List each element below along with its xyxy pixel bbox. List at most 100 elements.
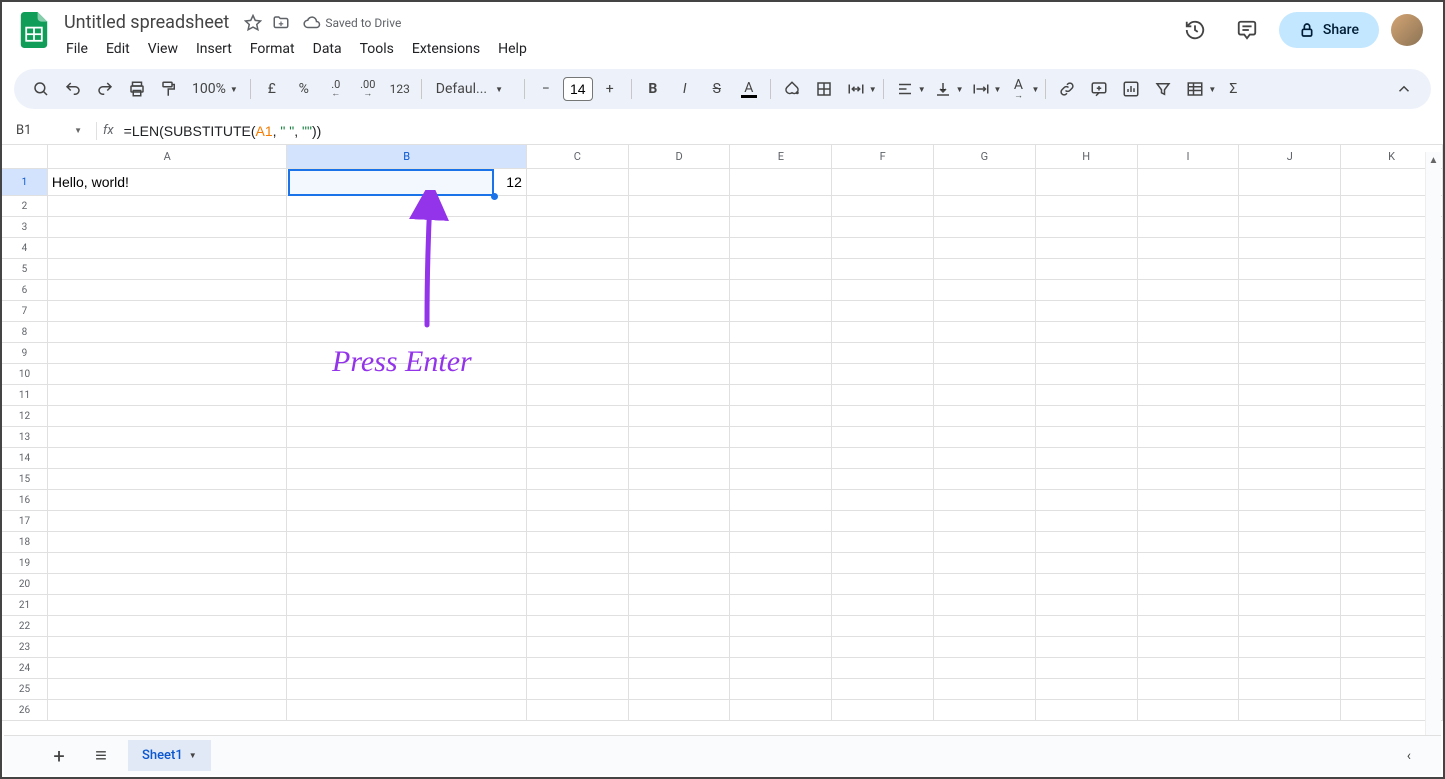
cell[interactable] <box>629 280 731 300</box>
row-header[interactable]: 21 <box>2 595 48 615</box>
cell[interactable] <box>48 322 287 342</box>
row-header[interactable]: 8 <box>2 322 48 342</box>
zoom-select[interactable]: 100% ▼ <box>186 81 244 97</box>
cell[interactable] <box>1036 511 1138 531</box>
cell[interactable] <box>527 301 629 321</box>
cell[interactable] <box>1239 532 1341 552</box>
cell[interactable] <box>1138 469 1240 489</box>
sheets-logo[interactable] <box>14 10 54 50</box>
cell[interactable] <box>527 490 629 510</box>
cell[interactable] <box>287 406 526 426</box>
scroll-up-icon[interactable]: ▲ <box>1426 152 1441 168</box>
cell[interactable] <box>1138 385 1240 405</box>
cell[interactable] <box>1138 169 1240 195</box>
bold-icon[interactable]: B <box>638 74 668 104</box>
cell[interactable] <box>48 490 287 510</box>
row-header[interactable]: 23 <box>2 637 48 657</box>
cell[interactable] <box>1036 406 1138 426</box>
italic-icon[interactable]: I <box>670 74 700 104</box>
cell[interactable] <box>527 553 629 573</box>
paint-format-icon[interactable] <box>154 74 184 104</box>
cell[interactable] <box>1036 301 1138 321</box>
cell[interactable] <box>48 406 287 426</box>
cell[interactable] <box>287 490 526 510</box>
cell[interactable] <box>629 448 731 468</box>
cell[interactable] <box>527 448 629 468</box>
cell[interactable] <box>48 553 287 573</box>
cell[interactable] <box>832 238 934 258</box>
decrease-font-icon[interactable]: − <box>531 74 561 104</box>
row-header[interactable]: 26 <box>2 700 48 720</box>
functions-icon[interactable]: Σ <box>1218 74 1248 104</box>
cell[interactable] <box>1138 532 1240 552</box>
cell[interactable] <box>730 259 832 279</box>
cell[interactable] <box>629 490 731 510</box>
cell[interactable] <box>287 343 526 363</box>
cell[interactable] <box>730 574 832 594</box>
cell[interactable] <box>48 427 287 447</box>
cell[interactable] <box>1239 679 1341 699</box>
cell[interactable] <box>730 385 832 405</box>
avatar[interactable] <box>1391 14 1423 46</box>
cell[interactable] <box>832 658 934 678</box>
cell[interactable] <box>934 595 1036 615</box>
row-header[interactable]: 4 <box>2 238 48 258</box>
search-icon[interactable] <box>26 74 56 104</box>
increase-font-icon[interactable]: + <box>595 74 625 104</box>
cell[interactable] <box>1239 301 1341 321</box>
cell[interactable] <box>629 637 731 657</box>
cell[interactable] <box>1239 238 1341 258</box>
cell[interactable] <box>1138 217 1240 237</box>
cell[interactable] <box>832 511 934 531</box>
text-color-icon[interactable]: A <box>734 74 764 104</box>
cell[interactable] <box>629 238 731 258</box>
cell[interactable] <box>527 427 629 447</box>
cell[interactable] <box>934 259 1036 279</box>
cell[interactable] <box>1138 343 1240 363</box>
cell[interactable] <box>730 637 832 657</box>
cell[interactable] <box>287 427 526 447</box>
cell[interactable] <box>1036 238 1138 258</box>
cell[interactable] <box>1138 700 1240 720</box>
cell[interactable] <box>287 658 526 678</box>
cell[interactable] <box>629 343 731 363</box>
cell[interactable] <box>527 469 629 489</box>
cell[interactable] <box>1138 553 1240 573</box>
cell[interactable] <box>1036 427 1138 447</box>
sheet-tab[interactable]: Sheet1 ▼ <box>128 740 211 771</box>
cell[interactable] <box>629 322 731 342</box>
collapse-toolbar-icon[interactable] <box>1389 74 1419 104</box>
col-header-B[interactable]: B <box>287 145 527 168</box>
cell[interactable] <box>1036 574 1138 594</box>
add-sheet-icon[interactable]: + <box>44 741 74 771</box>
cell[interactable] <box>48 259 287 279</box>
cell[interactable] <box>934 700 1036 720</box>
row-header[interactable]: 24 <box>2 658 48 678</box>
cell[interactable] <box>730 532 832 552</box>
cell[interactable] <box>832 637 934 657</box>
menu-file[interactable]: File <box>58 37 96 61</box>
cell[interactable] <box>934 511 1036 531</box>
cell[interactable] <box>730 658 832 678</box>
format-number-icon[interactable]: 123 <box>385 74 415 104</box>
cell[interactable] <box>1138 616 1240 636</box>
undo-icon[interactable] <box>58 74 88 104</box>
cell[interactable] <box>527 406 629 426</box>
star-icon[interactable] <box>243 13 263 33</box>
redo-icon[interactable] <box>90 74 120 104</box>
cell[interactable] <box>48 238 287 258</box>
doc-title[interactable]: Untitled spreadsheet <box>58 10 235 35</box>
cell[interactable] <box>48 637 287 657</box>
cell[interactable] <box>832 196 934 216</box>
cell[interactable] <box>730 511 832 531</box>
cell[interactable] <box>287 196 526 216</box>
cell[interactable] <box>832 700 934 720</box>
col-header-G[interactable]: G <box>934 145 1036 168</box>
cell[interactable] <box>287 679 526 699</box>
col-header-F[interactable]: F <box>832 145 934 168</box>
cell[interactable] <box>730 469 832 489</box>
cell[interactable] <box>730 301 832 321</box>
cell[interactable] <box>934 301 1036 321</box>
cell[interactable] <box>832 616 934 636</box>
cell[interactable] <box>832 532 934 552</box>
